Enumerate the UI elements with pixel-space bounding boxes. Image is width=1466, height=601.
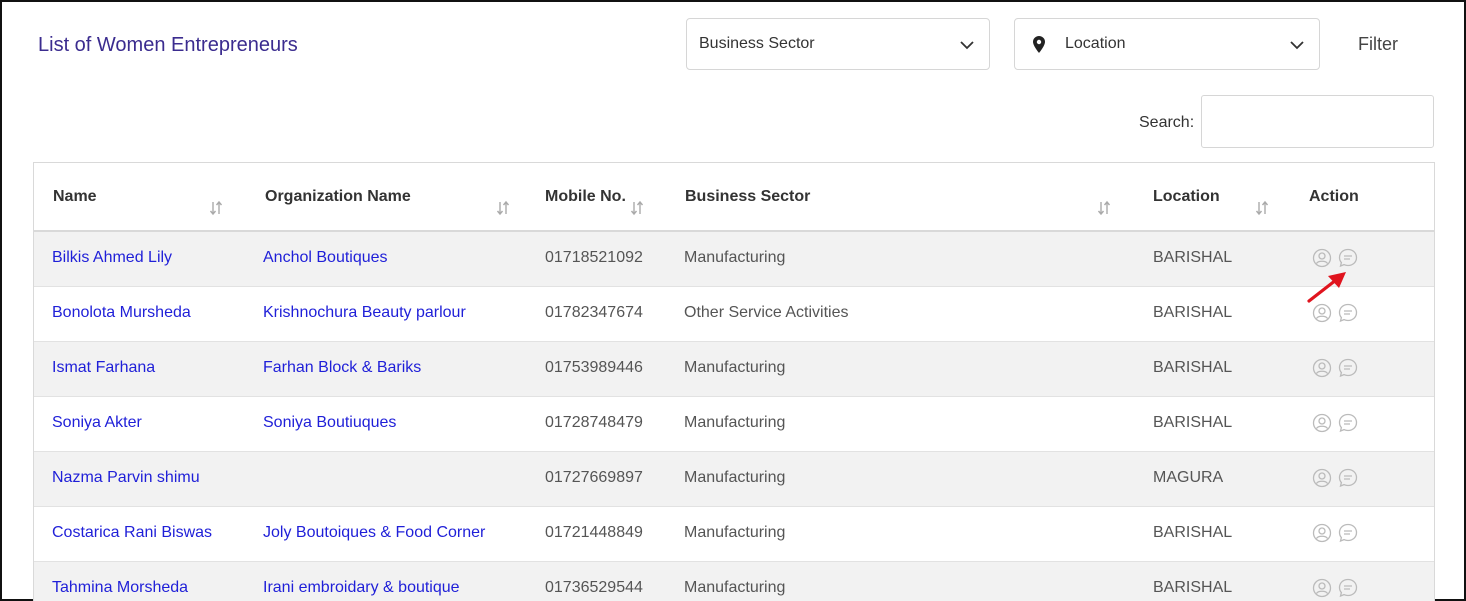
name-link[interactable]: Nazma Parvin shimu (52, 469, 200, 487)
table-header: Name Organization Name Mobile No. Busine… (34, 163, 1434, 232)
table-row: Costarica Rani Biswas Joly Boutoiques & … (34, 507, 1434, 562)
col-mobile-header[interactable]: Mobile No. (545, 188, 626, 206)
entrepreneurs-table: Name Organization Name Mobile No. Busine… (33, 162, 1435, 601)
chevron-down-icon (1290, 41, 1304, 50)
sector-cell: Manufacturing (684, 524, 786, 541)
table-row: Soniya Akter Soniya Boutiuques 017287484… (34, 397, 1434, 452)
org-link[interactable]: Anchol Boutiques (263, 249, 388, 267)
user-circle-icon[interactable] (1312, 303, 1332, 323)
table-row: Nazma Parvin shimu 01727669897 Manufactu… (34, 452, 1434, 507)
mobile-cell: 01718521092 (545, 249, 643, 266)
col-action-header: Action (1309, 188, 1359, 205)
message-icon[interactable] (1338, 248, 1358, 268)
user-circle-icon[interactable] (1312, 523, 1332, 543)
org-link[interactable]: Soniya Boutiuques (263, 414, 396, 432)
location-label: Location (1065, 35, 1126, 52)
sector-cell: Manufacturing (684, 414, 786, 431)
location-cell: MAGURA (1153, 469, 1224, 486)
mobile-cell: 01721448849 (545, 524, 643, 541)
sector-cell: Manufacturing (684, 249, 786, 266)
search-label: Search: (1139, 114, 1195, 131)
table-row: Bilkis Ahmed Lily Anchol Boutiques 01718… (34, 232, 1434, 287)
message-icon[interactable] (1338, 303, 1358, 323)
row-actions (1312, 413, 1358, 433)
message-icon[interactable] (1338, 523, 1358, 543)
message-icon[interactable] (1338, 578, 1358, 598)
table-row: Tahmina Morsheda Irani embroidary & bout… (34, 562, 1434, 601)
sort-icon[interactable] (1097, 200, 1111, 216)
location-select[interactable]: Location (1014, 18, 1320, 70)
sector-cell: Other Service Activities (684, 304, 849, 321)
business-sector-label: Business Sector (699, 35, 815, 52)
location-cell: BARISHAL (1153, 304, 1233, 321)
row-actions (1312, 303, 1358, 323)
sector-cell: Manufacturing (684, 579, 786, 596)
col-sector-header[interactable]: Business Sector (685, 188, 810, 206)
location-cell: BARISHAL (1153, 524, 1233, 541)
sector-cell: Manufacturing (684, 359, 786, 376)
name-link[interactable]: Costarica Rani Biswas (52, 524, 212, 542)
org-link[interactable]: Irani embroidary & boutique (263, 579, 460, 597)
sort-icon[interactable] (630, 200, 644, 216)
chevron-down-icon (960, 41, 974, 50)
sort-icon[interactable] (209, 200, 223, 216)
map-marker-icon (1033, 36, 1045, 53)
user-circle-icon[interactable] (1312, 578, 1332, 598)
filter-button[interactable]: Filter (1358, 34, 1398, 55)
sort-icon[interactable] (496, 200, 510, 216)
user-circle-icon[interactable] (1312, 468, 1332, 488)
row-actions (1312, 578, 1358, 598)
location-cell: BARISHAL (1153, 359, 1233, 376)
location-cell: BARISHAL (1153, 579, 1233, 596)
col-org-header[interactable]: Organization Name (265, 188, 411, 206)
sector-cell: Manufacturing (684, 469, 786, 486)
business-sector-select[interactable]: Business Sector (686, 18, 990, 70)
red-arrow-annotation (1307, 272, 1346, 303)
mobile-cell: 01728748479 (545, 414, 643, 431)
mobile-cell: 01753989446 (545, 359, 643, 376)
col-location-header[interactable]: Location (1153, 188, 1220, 206)
org-link[interactable]: Krishnochura Beauty parlour (263, 304, 466, 322)
row-actions (1312, 358, 1358, 378)
name-link[interactable]: Tahmina Morsheda (52, 579, 188, 597)
user-circle-icon[interactable] (1312, 413, 1332, 433)
name-link[interactable]: Ismat Farhana (52, 359, 155, 377)
col-name-header[interactable]: Name (53, 188, 97, 206)
name-link[interactable]: Bonolota Mursheda (52, 304, 191, 322)
location-cell: BARISHAL (1153, 249, 1233, 266)
row-actions (1312, 248, 1358, 268)
name-link[interactable]: Bilkis Ahmed Lily (52, 249, 172, 267)
user-circle-icon[interactable] (1312, 248, 1332, 268)
mobile-cell: 01727669897 (545, 469, 643, 486)
table-row: Ismat Farhana Farhan Block & Bariks 0175… (34, 342, 1434, 397)
org-link[interactable]: Joly Boutoiques & Food Corner (263, 524, 485, 542)
message-icon[interactable] (1338, 468, 1358, 488)
org-link[interactable]: Farhan Block & Bariks (263, 359, 421, 377)
search-input[interactable] (1201, 95, 1434, 148)
sort-icon[interactable] (1255, 200, 1269, 216)
table-row: Bonolota Mursheda Krishnochura Beauty pa… (34, 287, 1434, 342)
message-icon[interactable] (1338, 413, 1358, 433)
mobile-cell: 01736529544 (545, 579, 643, 596)
user-circle-icon[interactable] (1312, 358, 1332, 378)
location-cell: BARISHAL (1153, 414, 1233, 431)
row-actions (1312, 523, 1358, 543)
mobile-cell: 01782347674 (545, 304, 643, 321)
message-icon[interactable] (1338, 358, 1358, 378)
row-actions (1312, 468, 1358, 488)
page-title: List of Women Entrepreneurs (38, 34, 298, 56)
name-link[interactable]: Soniya Akter (52, 414, 142, 432)
